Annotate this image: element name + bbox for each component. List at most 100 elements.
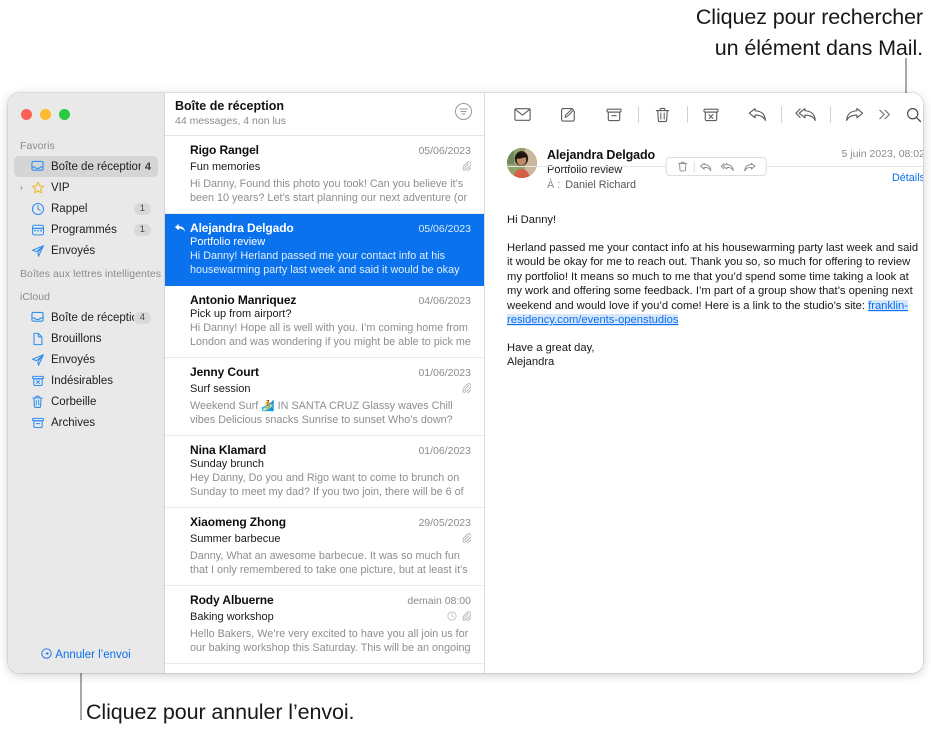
delete-icon[interactable] (648, 102, 678, 128)
message-row-xiaomeng-zhong[interactable]: Xiaomeng Zhong 29/05/2023 Summer barbecu… (165, 508, 484, 586)
message-list-header: Boîte de réception 44 messages, 4 non lu… (165, 93, 484, 136)
archive-icon (29, 416, 46, 429)
chevron-right-icon[interactable]: › (20, 183, 29, 192)
sidebar-item-rappel[interactable]: Rappel 1 (14, 198, 158, 219)
message-date: 01/06/2023 (418, 445, 471, 457)
message-preview: Hello Bakers, We’re very excited to have… (190, 628, 471, 654)
recipient-value: Daniel Richard (565, 179, 637, 191)
message-datetime: 5 juin 2023, 08:02 (841, 148, 924, 160)
forward-icon[interactable] (839, 102, 869, 128)
toolbar-separator (781, 106, 782, 123)
sidebar-item-label: Boîte de réception (51, 160, 141, 173)
message-sender: Nina Klamard (190, 443, 267, 457)
attachment-icon (462, 608, 472, 626)
message-subject: Fun memories (190, 161, 261, 173)
junk-icon[interactable] (696, 102, 726, 128)
toolbar-separator (829, 106, 830, 123)
message-row-jenny-court[interactable]: Jenny Court 01/06/2023 Surf session Week… (165, 358, 484, 436)
message-preview: Hey Danny, Do you and Rigo want to come … (190, 472, 464, 498)
mailbox-title: Boîte de réception (175, 99, 285, 113)
undo-send-label: Annuler l’envoi (55, 649, 131, 661)
replied-icon (174, 223, 186, 236)
message-sender: Aileen Zeigen (190, 671, 267, 673)
clock-icon (29, 202, 46, 216)
minimize-button[interactable] (40, 109, 51, 120)
sidebar-item-envoyes-icloud[interactable]: Envoyés (14, 349, 158, 370)
message-marks (462, 158, 472, 176)
signature-line1: Have a great day, (507, 341, 595, 354)
message-row-antonio-manriquez[interactable]: Antonio Manriquez 04/06/2023 Pick up fro… (165, 286, 484, 358)
sidebar-item-vip[interactable]: › VIP (14, 177, 158, 198)
reply-icon[interactable] (694, 162, 716, 172)
send-icon (29, 244, 46, 258)
mailbox-subtitle: 44 messages, 4 non lus (175, 115, 286, 127)
more-icon[interactable] (869, 102, 899, 128)
recipient-label: À : (547, 179, 561, 191)
message-list-header-text: Boîte de réception 44 messages, 4 non lu… (175, 99, 286, 129)
message-row-alejandra-delgado[interactable]: Alejandra Delgado 05/06/2023 Portfolio r… (165, 214, 484, 286)
sidebar-item-boite-de-reception-favoris[interactable]: Boîte de réception 4 (14, 156, 158, 177)
sidebar-section-favoris: Favoris (20, 140, 55, 152)
message-date: 05/06/2023 (418, 145, 471, 157)
reminder-clock-icon (447, 608, 457, 626)
calendar-icon (29, 223, 46, 237)
sidebar-item-brouillons[interactable]: Brouillons (14, 328, 158, 349)
inbox-icon (29, 160, 46, 173)
message-row-rody-albuerne[interactable]: Rody Albuerne demain 08:00 Baking worksh… (165, 586, 484, 664)
search-icon[interactable] (899, 102, 923, 128)
message-sender: Rody Albuerne (190, 593, 274, 607)
details-link[interactable]: Détails (842, 172, 923, 184)
message-rows[interactable]: Rigo Rangel 05/06/2023 Fun memories Hi D… (165, 136, 484, 673)
message-row-aileen-zeigen[interactable]: Aileen Zeigen 15/05/2023 5K training Hey… (165, 664, 484, 673)
sidebar-section-icloud: iCloud (20, 291, 51, 303)
message-preview: Hi Danny, Found this photo you took! Can… (190, 178, 468, 204)
reply-all-icon[interactable] (716, 162, 738, 172)
forward-icon[interactable] (738, 162, 760, 172)
archive-icon[interactable] (599, 102, 629, 128)
sidebar-item-envoyes-favoris[interactable]: Envoyés (14, 240, 158, 261)
sidebar-item-programmes[interactable]: Programmés 1 (14, 219, 158, 240)
signature-line2: Alejandra (507, 356, 555, 368)
callout-search-text: Cliquez pour rechercher un élément dans … (553, 2, 923, 64)
toolbar-separator (686, 106, 687, 123)
reply-all-icon[interactable] (791, 102, 821, 128)
attachment-icon (462, 158, 472, 176)
star-icon (29, 181, 46, 195)
trash-icon (29, 395, 46, 409)
callout-search-line2: un élément dans Mail. (714, 36, 923, 60)
sidebar-item-boite-de-reception-icloud[interactable]: Boîte de réception 4 (14, 307, 158, 328)
message-row-rigo-rangel[interactable]: Rigo Rangel 05/06/2023 Fun memories Hi D… (165, 136, 484, 214)
message-sender: Antonio Manriquez (190, 293, 297, 307)
sidebar-item-label: Boîte de réception (51, 311, 134, 324)
message-preview: Hi Danny! Herland passed me your contact… (190, 250, 460, 276)
sidebar-item-count: 4 (144, 160, 151, 173)
message-row-nina-klamard[interactable]: Nina Klamard 01/06/2023 Sunday brunch He… (165, 436, 484, 508)
reply-icon[interactable] (742, 102, 772, 128)
sidebar-item-badge: 1 (133, 223, 151, 236)
sidebar-item-label: Rappel (51, 202, 88, 215)
maximize-button[interactable] (59, 109, 70, 120)
mark-unread-icon[interactable] (507, 102, 537, 128)
sidebar-item-label: Envoyés (51, 353, 96, 366)
sidebar-item-indesirables[interactable]: Indésirables (14, 370, 158, 391)
callout-undo-text: Cliquez pour annuler l’envoi. (86, 700, 355, 724)
attachment-icon (462, 380, 472, 398)
body-greeting: Hi Danny! (507, 214, 557, 226)
reading-pane: Alejandra Delgado Portfolio review À : Da… (485, 93, 923, 673)
delete-icon[interactable] (672, 161, 694, 172)
sidebar-scroll-area[interactable]: Favoris Boîte de réception 4 › VIP Rappe… (8, 133, 164, 641)
compose-icon[interactable] (553, 102, 583, 128)
message-preview: Danny, What an awesome barbecue. It was … (190, 550, 468, 576)
window-controls (21, 109, 70, 120)
sidebar-item-archives[interactable]: Archives (14, 412, 158, 433)
filter-icon[interactable] (455, 103, 472, 120)
sidebar-item-label: Programmés (51, 223, 117, 236)
message-subject: Pick up from airport? (190, 308, 292, 320)
sidebar-item-corbeille[interactable]: Corbeille (14, 391, 158, 412)
message-preview: Hi Danny! Hope all is well with you. I’m… (190, 322, 471, 348)
sidebar-item-label: Brouillons (51, 332, 102, 345)
close-button[interactable] (21, 109, 32, 120)
message-subject: Baking workshop (190, 611, 274, 623)
message-preview: Weekend Surf 🏄 IN SANTA CRUZ Glassy wave… (190, 400, 453, 426)
undo-send-button[interactable]: Annuler l’envoi (8, 648, 164, 662)
